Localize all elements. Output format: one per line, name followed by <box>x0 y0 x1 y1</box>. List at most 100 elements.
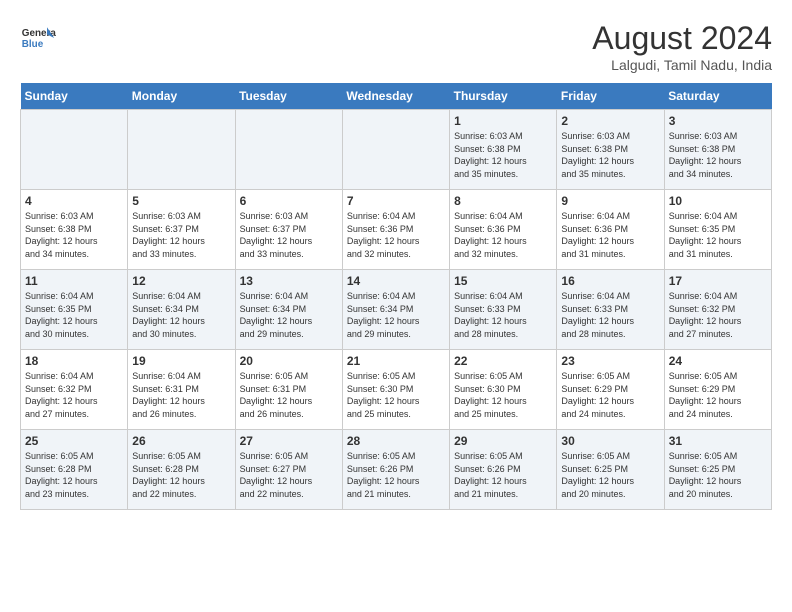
day-number: 6 <box>240 194 338 208</box>
day-info: Sunrise: 6:04 AM Sunset: 6:34 PM Dayligh… <box>240 290 338 340</box>
weekday-header-tuesday: Tuesday <box>235 83 342 110</box>
day-number: 27 <box>240 434 338 448</box>
weekday-header-row: SundayMondayTuesdayWednesdayThursdayFrid… <box>21 83 772 110</box>
day-info: Sunrise: 6:04 AM Sunset: 6:34 PM Dayligh… <box>132 290 230 340</box>
weekday-header-monday: Monday <box>128 83 235 110</box>
day-number: 17 <box>669 274 767 288</box>
day-info: Sunrise: 6:04 AM Sunset: 6:36 PM Dayligh… <box>561 210 659 260</box>
calendar-week-2: 4 Sunrise: 6:03 AM Sunset: 6:38 PM Daylig… <box>21 190 772 270</box>
day-number: 9 <box>561 194 659 208</box>
day-info: Sunrise: 6:03 AM Sunset: 6:38 PM Dayligh… <box>25 210 123 260</box>
day-info: Sunrise: 6:04 AM Sunset: 6:32 PM Dayligh… <box>669 290 767 340</box>
title-area: August 2024 Lalgudi, Tamil Nadu, India <box>592 20 772 73</box>
day-info: Sunrise: 6:04 AM Sunset: 6:33 PM Dayligh… <box>561 290 659 340</box>
day-info: Sunrise: 6:03 AM Sunset: 6:38 PM Dayligh… <box>561 130 659 180</box>
calendar-week-1: 1 Sunrise: 6:03 AM Sunset: 6:38 PM Daylig… <box>21 110 772 190</box>
day-number: 19 <box>132 354 230 368</box>
calendar-cell: 12Sunrise: 6:04 AM Sunset: 6:34 PM Dayli… <box>128 270 235 350</box>
calendar-cell: 8Sunrise: 6:04 AM Sunset: 6:36 PM Daylig… <box>450 190 557 270</box>
calendar-cell: 21 Sunrise: 6:05 AM Sunset: 6:30 PM Dayli… <box>342 350 449 430</box>
calendar-week-5: 25 Sunrise: 6:05 AM Sunset: 6:28 PM Dayli… <box>21 430 772 510</box>
calendar-cell <box>21 110 128 190</box>
day-number: 21 <box>347 354 445 368</box>
day-info: Sunrise: 6:05 AM Sunset: 6:28 PM Dayligh… <box>25 450 123 500</box>
day-info: Sunrise: 6:05 AM Sunset: 6:29 PM Dayligh… <box>561 370 659 420</box>
month-year-title: August 2024 <box>592 20 772 57</box>
calendar-cell: 11 Sunrise: 6:04 AM Sunset: 6:35 PM Dayli… <box>21 270 128 350</box>
calendar-cell: 26Sunrise: 6:05 AM Sunset: 6:28 PM Dayli… <box>128 430 235 510</box>
calendar-cell <box>342 110 449 190</box>
calendar-cell: 20Sunrise: 6:05 AM Sunset: 6:31 PM Dayli… <box>235 350 342 430</box>
calendar-cell: 22Sunrise: 6:05 AM Sunset: 6:30 PM Dayli… <box>450 350 557 430</box>
day-number: 1 <box>454 114 552 128</box>
day-info: Sunrise: 6:05 AM Sunset: 6:26 PM Dayligh… <box>347 450 445 500</box>
calendar-cell <box>235 110 342 190</box>
calendar-cell: 30 Sunrise: 6:05 AM Sunset: 6:25 PM Dayli… <box>557 430 664 510</box>
day-number: 10 <box>669 194 767 208</box>
day-number: 15 <box>454 274 552 288</box>
logo: General Blue <box>20 20 56 56</box>
day-number: 31 <box>669 434 767 448</box>
day-number: 26 <box>132 434 230 448</box>
day-info: Sunrise: 6:05 AM Sunset: 6:29 PM Dayligh… <box>669 370 767 420</box>
calendar-cell <box>128 110 235 190</box>
calendar-cell: 19 Sunrise: 6:04 AM Sunset: 6:31 PM Dayli… <box>128 350 235 430</box>
weekday-header-friday: Friday <box>557 83 664 110</box>
day-info: Sunrise: 6:04 AM Sunset: 6:36 PM Dayligh… <box>347 210 445 260</box>
calendar-cell: 3 Sunrise: 6:03 AM Sunset: 6:38 PM Daylig… <box>664 110 771 190</box>
day-info: Sunrise: 6:05 AM Sunset: 6:30 PM Dayligh… <box>347 370 445 420</box>
day-number: 11 <box>25 274 123 288</box>
calendar-cell: 27 Sunrise: 6:05 AM Sunset: 6:27 PM Dayli… <box>235 430 342 510</box>
calendar-cell: 10 Sunrise: 6:04 AM Sunset: 6:35 PM Dayli… <box>664 190 771 270</box>
calendar-cell: 18 Sunrise: 6:04 AM Sunset: 6:32 PM Dayli… <box>21 350 128 430</box>
day-number: 25 <box>25 434 123 448</box>
day-info: Sunrise: 6:03 AM Sunset: 6:37 PM Dayligh… <box>132 210 230 260</box>
calendar-cell: 23 Sunrise: 6:05 AM Sunset: 6:29 PM Dayli… <box>557 350 664 430</box>
calendar-cell: 28 Sunrise: 6:05 AM Sunset: 6:26 PM Dayli… <box>342 430 449 510</box>
calendar-cell: 16Sunrise: 6:04 AM Sunset: 6:33 PM Dayli… <box>557 270 664 350</box>
page-header: General Blue August 2024 Lalgudi, Tamil … <box>20 20 772 73</box>
calendar-cell: 24Sunrise: 6:05 AM Sunset: 6:29 PM Dayli… <box>664 350 771 430</box>
day-number: 18 <box>25 354 123 368</box>
weekday-header-sunday: Sunday <box>21 83 128 110</box>
day-info: Sunrise: 6:03 AM Sunset: 6:38 PM Dayligh… <box>669 130 767 180</box>
day-info: Sunrise: 6:04 AM Sunset: 6:35 PM Dayligh… <box>25 290 123 340</box>
calendar-cell: 7 Sunrise: 6:04 AM Sunset: 6:36 PM Daylig… <box>342 190 449 270</box>
weekday-header-wednesday: Wednesday <box>342 83 449 110</box>
day-info: Sunrise: 6:04 AM Sunset: 6:32 PM Dayligh… <box>25 370 123 420</box>
day-number: 7 <box>347 194 445 208</box>
day-number: 30 <box>561 434 659 448</box>
day-info: Sunrise: 6:05 AM Sunset: 6:25 PM Dayligh… <box>669 450 767 500</box>
day-info: Sunrise: 6:04 AM Sunset: 6:33 PM Dayligh… <box>454 290 552 340</box>
weekday-header-thursday: Thursday <box>450 83 557 110</box>
day-info: Sunrise: 6:05 AM Sunset: 6:27 PM Dayligh… <box>240 450 338 500</box>
calendar-cell: 9 Sunrise: 6:04 AM Sunset: 6:36 PM Daylig… <box>557 190 664 270</box>
calendar-cell: 5Sunrise: 6:03 AM Sunset: 6:37 PM Daylig… <box>128 190 235 270</box>
day-number: 29 <box>454 434 552 448</box>
day-info: Sunrise: 6:05 AM Sunset: 6:26 PM Dayligh… <box>454 450 552 500</box>
logo-icon: General Blue <box>20 20 56 56</box>
calendar-week-3: 11 Sunrise: 6:04 AM Sunset: 6:35 PM Dayli… <box>21 270 772 350</box>
svg-text:Blue: Blue <box>22 39 44 50</box>
day-info: Sunrise: 6:04 AM Sunset: 6:35 PM Dayligh… <box>669 210 767 260</box>
day-info: Sunrise: 6:04 AM Sunset: 6:31 PM Dayligh… <box>132 370 230 420</box>
day-number: 14 <box>347 274 445 288</box>
calendar-cell: 4 Sunrise: 6:03 AM Sunset: 6:38 PM Daylig… <box>21 190 128 270</box>
calendar-cell: 29 Sunrise: 6:05 AM Sunset: 6:26 PM Dayli… <box>450 430 557 510</box>
day-number: 23 <box>561 354 659 368</box>
day-info: Sunrise: 6:03 AM Sunset: 6:37 PM Dayligh… <box>240 210 338 260</box>
day-number: 22 <box>454 354 552 368</box>
weekday-header-saturday: Saturday <box>664 83 771 110</box>
day-number: 3 <box>669 114 767 128</box>
calendar-cell: 14 Sunrise: 6:04 AM Sunset: 6:34 PM Dayli… <box>342 270 449 350</box>
calendar-cell: 1Sunrise: 6:03 AM Sunset: 6:38 PM Daylig… <box>450 110 557 190</box>
day-info: Sunrise: 6:05 AM Sunset: 6:25 PM Dayligh… <box>561 450 659 500</box>
calendar-cell: 17 Sunrise: 6:04 AM Sunset: 6:32 PM Dayli… <box>664 270 771 350</box>
day-number: 20 <box>240 354 338 368</box>
day-number: 28 <box>347 434 445 448</box>
calendar-cell: 13Sunrise: 6:04 AM Sunset: 6:34 PM Dayli… <box>235 270 342 350</box>
day-info: Sunrise: 6:04 AM Sunset: 6:36 PM Dayligh… <box>454 210 552 260</box>
calendar-cell: 2Sunrise: 6:03 AM Sunset: 6:38 PM Daylig… <box>557 110 664 190</box>
day-number: 4 <box>25 194 123 208</box>
day-info: Sunrise: 6:04 AM Sunset: 6:34 PM Dayligh… <box>347 290 445 340</box>
